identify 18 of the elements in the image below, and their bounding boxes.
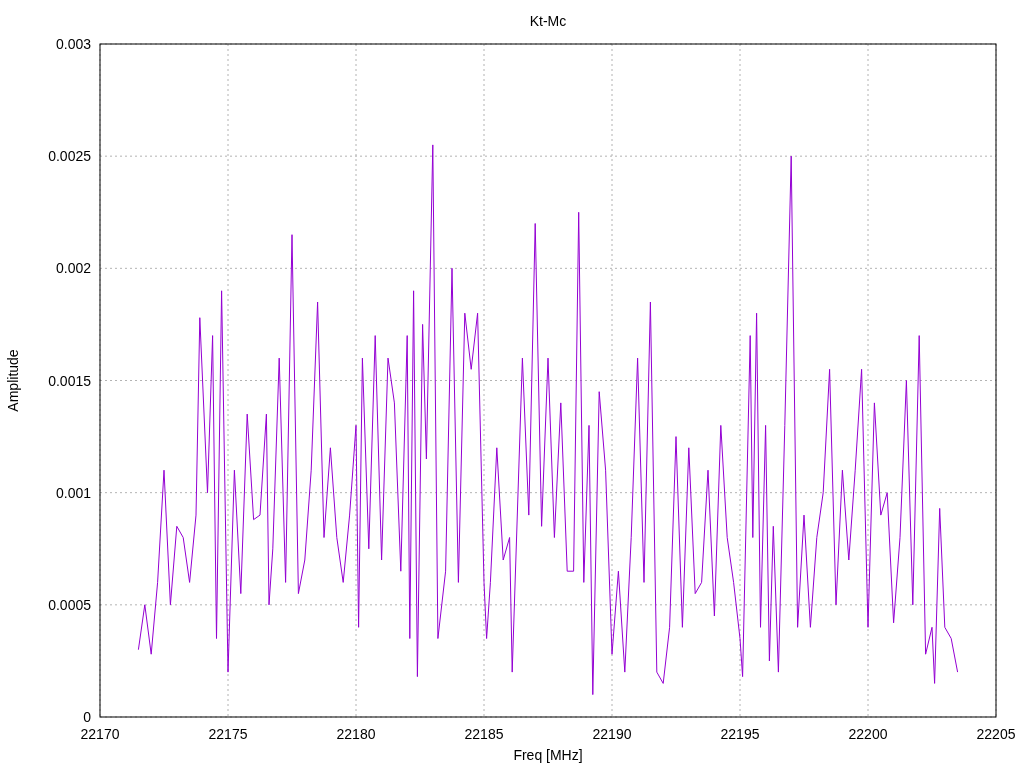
- chart-title: Kt-Mc: [529, 13, 567, 29]
- tick-label: 22205: [976, 726, 1016, 742]
- tick-label: 22185: [464, 726, 504, 742]
- tick-label: 0.002: [55, 260, 91, 277]
- axis-label: Amplitude: [5, 349, 21, 412]
- tick-label: 0.003: [55, 36, 91, 52]
- tick-label: 0: [83, 709, 91, 725]
- axis-label: Freq [MHz]: [513, 747, 583, 763]
- tick-label: 22195: [720, 726, 760, 742]
- tick-label: 0.0005: [48, 596, 91, 613]
- tick-label: 0.0025: [48, 148, 91, 165]
- tick-label: 22200: [848, 726, 888, 742]
- tick-label: 0.001: [55, 484, 91, 501]
- tick-label: 22175: [208, 726, 248, 742]
- tick-label: 22190: [592, 726, 632, 742]
- tick-label: 22180: [336, 726, 376, 742]
- tick-label: 22170: [80, 726, 120, 742]
- tick-label: 0.0015: [48, 372, 91, 389]
